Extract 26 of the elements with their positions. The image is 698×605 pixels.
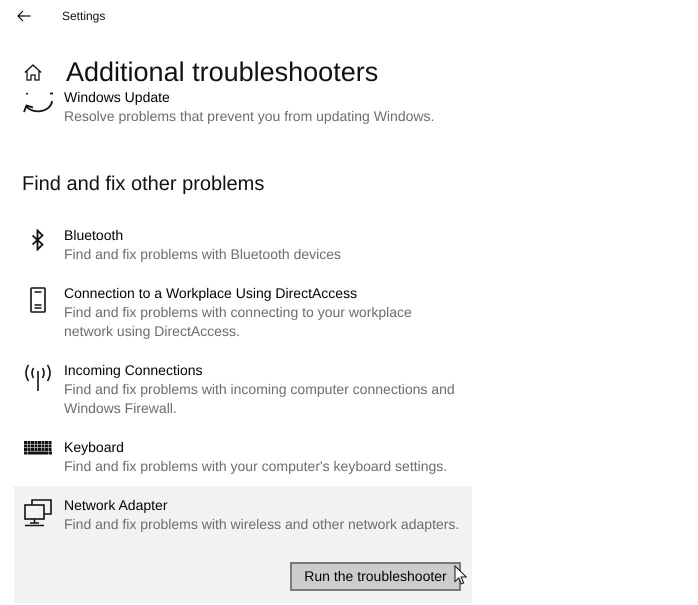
phone-icon — [30, 287, 46, 313]
item-title: Incoming Connections — [64, 361, 204, 380]
mouse-pointer-icon — [454, 565, 467, 585]
item-title: Keyboard — [64, 438, 125, 457]
antenna-signal-icon — [23, 364, 53, 392]
item-title: Connection to a Workplace Using DirectAccess — [64, 284, 358, 303]
item-title: Bluetooth — [64, 226, 124, 245]
bluetooth-icon — [31, 229, 45, 251]
item-description: Resolve problems that prevent you from updating Windows. — [64, 107, 434, 126]
page-title: Additional troubleshooters — [66, 56, 378, 88]
network-computers-icon — [24, 499, 52, 527]
item-title: Windows Update — [64, 88, 171, 107]
window-title: Settings — [62, 8, 106, 25]
home-icon[interactable] — [24, 64, 42, 80]
refresh-arrow-icon — [22, 91, 55, 115]
item-title: Network Adapter — [64, 496, 168, 515]
section-heading: Find and fix other problems — [22, 172, 264, 197]
keyboard-icon — [24, 441, 52, 455]
item-description: Find and fix problems with Bluetooth devices — [64, 245, 342, 264]
item-description: Find and fix problems with your computer's keyboard settings. — [64, 457, 448, 476]
run-troubleshooter-button[interactable]: Run the troubleshooter — [290, 562, 461, 591]
item-description: Find and fix problems with wireless and other network adapters. — [64, 515, 460, 534]
item-description: Find and fix problems with connecting to your workplace network using DirectAccess. — [64, 303, 413, 341]
back-arrow-icon — [17, 10, 31, 22]
troubleshooter-item[interactable]: Network Adapter Find and fix problems with wireless and other network adapters. Run the troubleshooter — [14, 486, 472, 603]
item-description: Find and fix problems with incoming computer connections and Windows Firewall. — [64, 380, 456, 418]
